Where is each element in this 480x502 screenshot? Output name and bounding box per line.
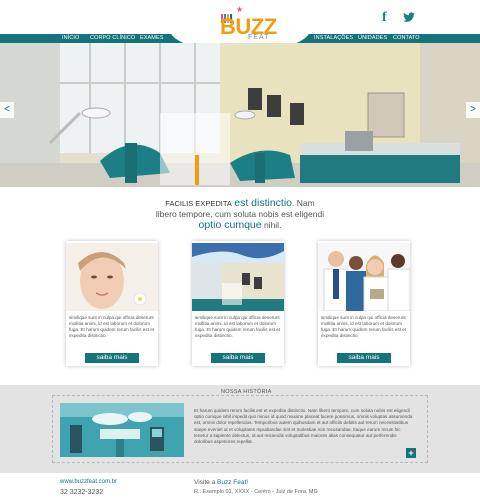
intro-line-3: optio cumque nihil. [0, 220, 480, 231]
footer-address: R.: Exemplo 01, XXXX - Centro - Juiz de … [194, 489, 318, 495]
nav-item-exames[interactable]: EXAMES [140, 34, 164, 43]
footer-phone: 32 3232-3232 [60, 489, 104, 496]
nav-item-unidades[interactable]: UNIDADES [358, 34, 387, 43]
history-text: Et harum quidem rerum facilis est et exp… [194, 408, 413, 445]
service-card: similique sunt in culpa qui officia dese… [66, 241, 158, 366]
history-section: NOSSA HISTÓRIA Et harum quidem rerum fac… [0, 385, 480, 473]
history-label: NOSSA HISTÓRIA [217, 389, 276, 395]
nav-item-contato[interactable]: CONTATO [393, 34, 420, 43]
facebook-icon[interactable]: f [382, 10, 396, 25]
card-image-face [66, 243, 158, 311]
footer-visit: Visite a Buzz Feat! [194, 479, 248, 486]
intro-emphasis-2: optio cumque [198, 219, 262, 231]
footer-visit-brand: Buzz Feat! [217, 479, 249, 486]
card-saiba-mais-button[interactable]: saiba mais [337, 353, 391, 363]
service-card: similique sunt in culpa qui officia dese… [192, 241, 284, 366]
card-image-team [318, 243, 410, 311]
history-more-button[interactable]: + [406, 448, 416, 458]
nav-item-corpo-clinico[interactable]: CORPO CLÍNICO [90, 34, 135, 43]
footer: www.buzzfeat.com.br 32 3232-3232 Visite … [0, 473, 480, 502]
footer-site-link[interactable]: www.buzzfeat.com.br [60, 479, 117, 485]
intro-caps: FACILIS EXPEDITA [165, 199, 232, 208]
brand-logo[interactable]: ★ BUZZ FEAT [208, 2, 277, 44]
hero-next-button[interactable]: > [466, 102, 480, 118]
card-saiba-mais-button[interactable]: saiba mais [211, 353, 265, 363]
nav-item-inicio[interactable]: INÍCIO [62, 34, 79, 43]
card-saiba-mais-button[interactable]: saiba mais [85, 353, 139, 363]
footer-visit-prefix: Visite a [194, 479, 218, 486]
intro-line1-end: . Nam [292, 198, 315, 208]
intro-text: FACILIS EXPEDITA est distinctio. Nam lib… [0, 198, 480, 231]
hero-slider: < > [0, 43, 480, 187]
card-text: similique sunt in culpa qui officia dese… [321, 315, 407, 338]
card-text: similique sunt in culpa qui officia dese… [69, 315, 155, 338]
service-card: similique sunt in culpa qui officia dese… [318, 241, 410, 366]
card-text: similique sunt in culpa qui officia dese… [195, 315, 281, 338]
logo-star-icon: ★ [236, 5, 244, 14]
hero-image [0, 43, 480, 187]
intro-line-1: FACILIS EXPEDITA est distinctio. Nam [0, 198, 480, 209]
intro-line3-end: nihil. [261, 220, 282, 230]
history-image [60, 403, 184, 457]
twitter-icon[interactable] [402, 10, 416, 24]
brand-tagline: FEAT [248, 34, 270, 41]
card-image-office [192, 243, 284, 311]
nav-item-instalacoes[interactable]: INSTALAÇÕES [314, 34, 353, 43]
intro-emphasis-1: est distinctio [234, 197, 293, 209]
hero-prev-button[interactable]: < [0, 102, 14, 118]
